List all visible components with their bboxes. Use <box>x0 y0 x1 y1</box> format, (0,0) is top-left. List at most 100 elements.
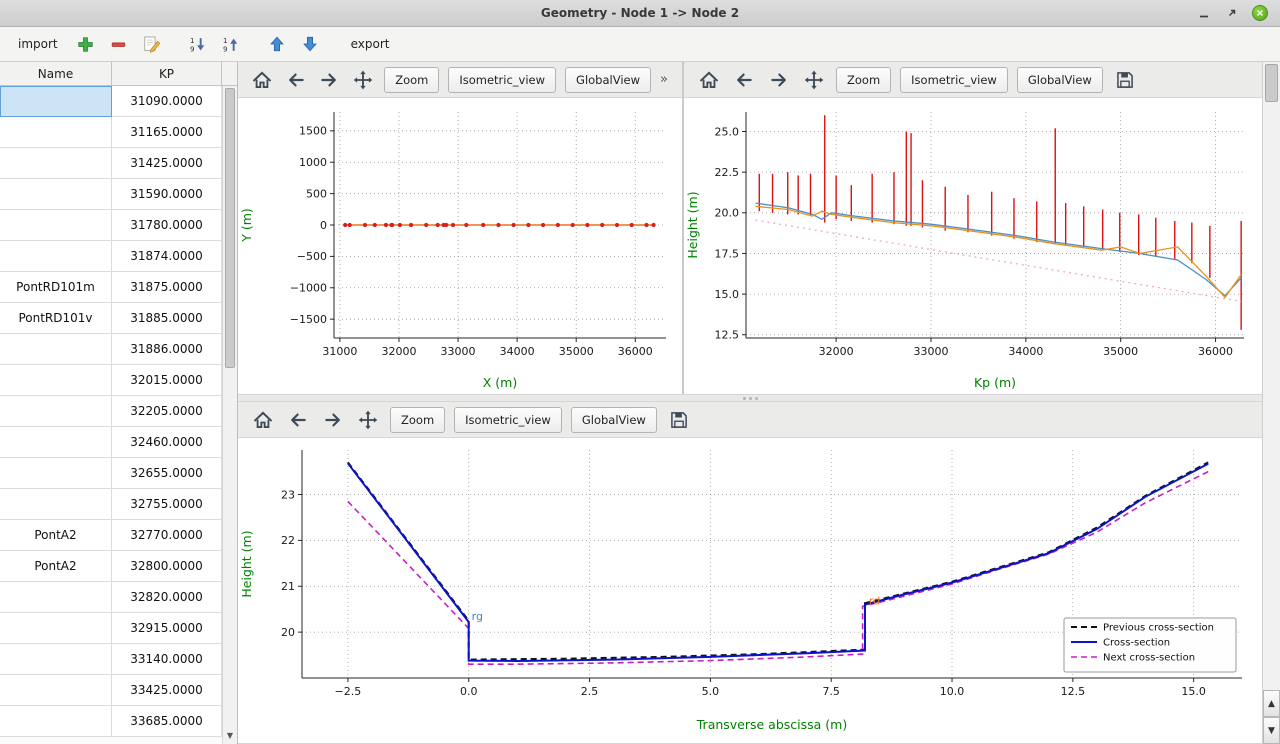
forward-icon[interactable] <box>766 67 792 93</box>
table-row[interactable]: 31780.0000 <box>0 210 237 241</box>
window-scrollbar[interactable]: ▲ ▼ <box>1262 62 1280 744</box>
home-icon[interactable] <box>250 67 275 93</box>
column-header-kp[interactable]: KP <box>112 62 222 86</box>
cell-kp[interactable]: 31165.0000 <box>112 117 222 148</box>
cell-kp[interactable]: 33685.0000 <box>112 706 222 737</box>
plan-view-chart[interactable]: 310003200033000340003500036000−1500−1000… <box>238 98 682 394</box>
cell-name[interactable] <box>0 241 112 272</box>
cell-kp[interactable]: 31590.0000 <box>112 179 222 210</box>
back-icon[interactable] <box>284 67 309 93</box>
cell-kp[interactable]: 33425.0000 <box>112 675 222 706</box>
cell-name[interactable] <box>0 458 112 489</box>
move-down-icon[interactable] <box>297 31 323 57</box>
table-row[interactable]: 32755.0000 <box>0 489 237 520</box>
forward-icon[interactable] <box>317 67 342 93</box>
table-row[interactable]: PontA232770.0000 <box>0 520 237 551</box>
cell-name[interactable] <box>0 644 112 675</box>
cell-name[interactable] <box>0 427 112 458</box>
add-section-icon[interactable] <box>73 31 99 57</box>
isometric-view-button[interactable]: Isometric_view <box>448 67 556 93</box>
cell-kp[interactable]: 32205.0000 <box>112 396 222 427</box>
cell-kp[interactable]: 32460.0000 <box>112 427 222 458</box>
table-row[interactable]: 31590.0000 <box>0 179 237 210</box>
cell-kp[interactable]: 32915.0000 <box>112 613 222 644</box>
cell-name[interactable] <box>0 582 112 613</box>
table-row[interactable]: 31165.0000 <box>0 117 237 148</box>
isometric-view-button[interactable]: Isometric_view <box>454 407 562 433</box>
cell-kp[interactable]: 32755.0000 <box>112 489 222 520</box>
long-profile-chart[interactable]: 320003300034000350003600012.515.017.520.… <box>684 98 1258 394</box>
cell-name[interactable] <box>0 489 112 520</box>
column-header-name[interactable]: Name <box>0 62 112 86</box>
table-row[interactable]: PontRD101v31885.0000 <box>0 303 237 334</box>
cell-name[interactable]: PontA2 <box>0 551 112 582</box>
edit-icon[interactable] <box>139 31 165 57</box>
table-row[interactable]: PontA232800.0000 <box>0 551 237 582</box>
table-row[interactable]: 31090.0000 <box>0 86 237 117</box>
cell-name[interactable] <box>0 179 112 210</box>
cell-kp[interactable]: 31780.0000 <box>112 210 222 241</box>
global-view-button[interactable]: GlobalView <box>565 67 651 93</box>
scroll-down-button[interactable]: ▼ <box>1263 717 1280 744</box>
table-row[interactable]: 32460.0000 <box>0 427 237 458</box>
table-row[interactable]: 33425.0000 <box>0 675 237 706</box>
sort-descending-icon[interactable] <box>185 31 211 57</box>
cell-kp[interactable]: 32655.0000 <box>112 458 222 489</box>
global-view-button[interactable]: GlobalView <box>571 407 657 433</box>
cell-kp[interactable]: 33140.0000 <box>112 644 222 675</box>
table-row[interactable]: 31425.0000 <box>0 148 237 179</box>
remove-section-icon[interactable] <box>106 31 132 57</box>
scrollbar-track[interactable] <box>1263 104 1280 690</box>
cell-name[interactable] <box>0 365 112 396</box>
toolbar-overflow-chevron[interactable]: » <box>660 72 670 87</box>
move-up-icon[interactable] <box>264 31 290 57</box>
table-row[interactable]: 32820.0000 <box>0 582 237 613</box>
table-scroll-down-icon[interactable]: ▼ <box>223 728 237 743</box>
minimize-icon[interactable] <box>1196 5 1212 21</box>
cell-name[interactable] <box>0 210 112 241</box>
table-row[interactable]: 33140.0000 <box>0 644 237 675</box>
cell-kp[interactable]: 31874.0000 <box>112 241 222 272</box>
window-scrollbar-thumb[interactable] <box>1265 64 1278 102</box>
table-row[interactable]: 31886.0000 <box>0 334 237 365</box>
cell-name[interactable] <box>0 334 112 365</box>
save-icon[interactable] <box>666 407 692 433</box>
cell-name[interactable] <box>0 148 112 179</box>
table-row[interactable]: 32205.0000 <box>0 396 237 427</box>
cell-name[interactable] <box>0 396 112 427</box>
export-button[interactable]: export <box>343 33 398 55</box>
zoom-button[interactable]: Zoom <box>384 67 439 93</box>
back-icon[interactable] <box>731 67 757 93</box>
table-row[interactable]: 32655.0000 <box>0 458 237 489</box>
restore-icon[interactable] <box>1224 5 1240 21</box>
table-row[interactable]: 33685.0000 <box>0 706 237 737</box>
cell-kp[interactable]: 32015.0000 <box>112 365 222 396</box>
cell-name[interactable]: PontRD101m <box>0 272 112 303</box>
cell-name[interactable] <box>0 675 112 706</box>
table-row[interactable]: 32915.0000 <box>0 613 237 644</box>
scroll-up-button[interactable]: ▲ <box>1263 690 1280 717</box>
cell-name[interactable] <box>0 117 112 148</box>
table-scrollbar-thumb[interactable] <box>225 88 235 368</box>
cell-name[interactable]: PontRD101v <box>0 303 112 334</box>
isometric-view-button[interactable]: Isometric_view <box>900 67 1008 93</box>
table-row[interactable]: 31874.0000 <box>0 241 237 272</box>
global-view-button[interactable]: GlobalView <box>1017 67 1103 93</box>
cell-kp[interactable]: 31875.0000 <box>112 272 222 303</box>
cell-name[interactable]: PontA2 <box>0 520 112 551</box>
zoom-button[interactable]: Zoom <box>836 67 891 93</box>
zoom-button[interactable]: Zoom <box>390 407 445 433</box>
save-icon[interactable] <box>1112 67 1138 93</box>
cell-kp[interactable]: 32770.0000 <box>112 520 222 551</box>
pan-icon[interactable] <box>801 67 827 93</box>
cell-name[interactable] <box>0 706 112 737</box>
cell-name[interactable] <box>0 86 112 117</box>
cell-kp[interactable]: 31090.0000 <box>112 86 222 117</box>
pan-icon[interactable] <box>351 67 376 93</box>
cell-name[interactable] <box>0 613 112 644</box>
cell-kp[interactable]: 31886.0000 <box>112 334 222 365</box>
horizontal-splitter[interactable] <box>238 394 1262 402</box>
cross-section-chart[interactable]: rgrd−2.50.02.55.07.510.012.515.020212223… <box>238 438 1260 736</box>
table-row[interactable]: PontRD101m31875.0000 <box>0 272 237 303</box>
pan-icon[interactable] <box>355 407 381 433</box>
